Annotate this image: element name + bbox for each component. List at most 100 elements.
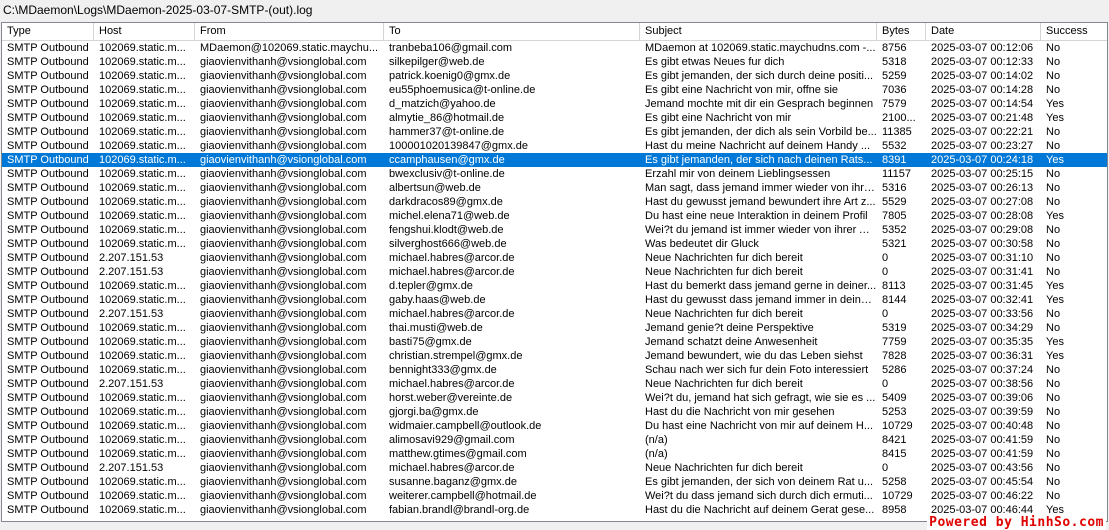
table-row[interactable]: SMTP Outbound 102069.static.m... giaovienv… [2, 111, 1107, 125]
cell-bytes: 10729 [882, 490, 913, 502]
cell-date: 2025-03-07 00:33:56 [931, 308, 1034, 320]
cell-subject: (n/a) [645, 434, 668, 446]
column-header-date[interactable]: Date [926, 23, 1041, 40]
cell-bytes: 8391 [882, 154, 907, 166]
cell-to: gaby.haas@web.de [389, 294, 486, 306]
cell-date: 2025-03-07 00:14:02 [931, 70, 1034, 82]
cell-from: giaovienvithanh@vsionglobal.com [200, 406, 367, 418]
table-row[interactable]: SMTP Outbound 102069.static.m... giaovienv… [2, 293, 1107, 307]
cell-to: gjorgi.ba@gmx.de [389, 406, 479, 418]
table-row[interactable]: SMTP Outbound 102069.static.m... giaovienv… [2, 223, 1107, 237]
table-row[interactable]: SMTP Outbound 102069.static.m... giaovienv… [2, 475, 1107, 489]
table-row[interactable]: SMTP Outbound 102069.static.m... giaovienv… [2, 419, 1107, 433]
table-row[interactable]: SMTP Outbound 102069.static.m... giaovienv… [2, 55, 1107, 69]
cell-from: giaovienvithanh@vsionglobal.com [200, 364, 367, 376]
column-header-subject[interactable]: Subject [640, 23, 877, 40]
cell-date: 2025-03-07 00:24:18 [931, 154, 1034, 166]
table-row[interactable]: SMTP Outbound 102069.static.m... giaovienv… [2, 489, 1107, 503]
table-row[interactable]: SMTP Outbound 102069.static.m... giaovienv… [2, 167, 1107, 181]
column-header-from[interactable]: From [195, 23, 384, 40]
table-row[interactable]: SMTP Outbound 102069.static.m... giaovienv… [2, 153, 1107, 167]
cell-bytes: 11157 [882, 168, 911, 180]
column-header-bytes[interactable]: Bytes [877, 23, 926, 40]
cell-bytes: 5253 [882, 406, 907, 418]
column-header-to[interactable]: To [384, 23, 640, 40]
cell-bytes: 5529 [882, 196, 907, 208]
cell-date: 2025-03-07 00:27:08 [931, 196, 1034, 208]
cell-from: MDaemon@102069.static.maychu... [200, 42, 379, 54]
column-header-type[interactable]: Type [2, 23, 94, 40]
table-row[interactable]: SMTP Outbound 102069.static.m... giaovienv… [2, 181, 1107, 195]
cell-type: SMTP Outbound [7, 392, 89, 404]
column-header-success[interactable]: Success [1041, 23, 1107, 40]
cell-host: 102069.static.m... [99, 504, 186, 516]
cell-subject: Hast du die Nachricht von mir gesehen [645, 406, 835, 418]
cell-success: Yes [1046, 336, 1064, 348]
cell-host: 102069.static.m... [99, 182, 186, 194]
cell-host: 102069.static.m... [99, 420, 186, 432]
cell-to: michael.habres@arcor.de [389, 252, 515, 264]
column-header-host[interactable]: Host [94, 23, 195, 40]
table-row[interactable]: SMTP Outbound 2.207.151.53 giaovienvithanh… [2, 461, 1107, 475]
cell-to: 100001020139847@gmx.de [389, 140, 529, 152]
table-row[interactable]: SMTP Outbound 102069.static.m... giaovienv… [2, 195, 1107, 209]
cell-to: fabian.brandl@brandl-org.de [389, 504, 530, 516]
cell-subject: Es gibt jemanden, der sich durch deine p… [645, 70, 874, 82]
table-row[interactable]: SMTP Outbound 102069.static.m... giaovienv… [2, 349, 1107, 363]
cell-date: 2025-03-07 00:28:08 [931, 210, 1034, 222]
log-list-view[interactable]: Type Host From To Subject Bytes Date Suc… [1, 22, 1108, 522]
cell-subject: Jemand bewundert, wie du das Leben siehs… [645, 350, 863, 362]
table-row[interactable]: SMTP Outbound 102069.static.m... giaovienv… [2, 209, 1107, 223]
cell-bytes: 7759 [882, 336, 907, 348]
cell-type: SMTP Outbound [7, 98, 89, 110]
cell-bytes: 0 [882, 462, 889, 474]
cell-success: No [1046, 252, 1061, 264]
cell-type: SMTP Outbound [7, 42, 89, 54]
cell-subject: MDaemon at 102069.static.maychudns.com -… [645, 42, 876, 54]
cell-subject: Neue Nachrichten fur dich bereit [645, 252, 803, 264]
cell-date: 2025-03-07 00:39:59 [931, 406, 1034, 418]
table-row[interactable]: SMTP Outbound 2.207.151.53 giaovienvithanh… [2, 265, 1107, 279]
cell-type: SMTP Outbound [7, 224, 89, 236]
cell-success: No [1046, 392, 1061, 404]
table-row[interactable]: SMTP Outbound 102069.static.m... giaovienv… [2, 97, 1107, 111]
table-row[interactable]: SMTP Outbound 102069.static.m... giaovienv… [2, 391, 1107, 405]
cell-type: SMTP Outbound [7, 448, 89, 460]
cell-subject: Neue Nachrichten fur dich bereit [645, 266, 803, 278]
cell-date: 2025-03-07 00:31:41 [931, 266, 1034, 278]
cell-host: 102069.static.m... [99, 140, 186, 152]
cell-date: 2025-03-07 00:35:35 [931, 336, 1034, 348]
cell-subject: Es gibt eine Nachricht von mir [645, 112, 792, 124]
cell-from: giaovienvithanh@vsionglobal.com [200, 336, 367, 348]
table-row[interactable]: SMTP Outbound 102069.static.m... giaovienv… [2, 69, 1107, 83]
table-row[interactable]: SMTP Outbound 102069.static.m... giaovienv… [2, 405, 1107, 419]
table-row[interactable]: SMTP Outbound 102069.static.m... MDaemon@1… [2, 41, 1107, 55]
cell-bytes: 0 [882, 266, 889, 278]
table-row[interactable]: SMTP Outbound 102069.static.m... giaovienv… [2, 279, 1107, 293]
table-row[interactable]: SMTP Outbound 2.207.151.53 giaovienvithanh… [2, 377, 1107, 391]
cell-to: hammer37@t-online.de [389, 126, 505, 138]
cell-date: 2025-03-07 00:34:29 [931, 322, 1034, 334]
table-row[interactable]: SMTP Outbound 102069.static.m... giaovienv… [2, 139, 1107, 153]
table-row[interactable]: SMTP Outbound 102069.static.m... giaovienv… [2, 363, 1107, 377]
cell-subject: Neue Nachrichten fur dich bereit [645, 378, 803, 390]
cell-date: 2025-03-07 00:41:59 [931, 434, 1034, 446]
cell-bytes: 2100... [882, 112, 916, 124]
table-row[interactable]: SMTP Outbound 102069.static.m... giaovienv… [2, 447, 1107, 461]
table-row[interactable]: SMTP Outbound 102069.static.m... giaovienv… [2, 321, 1107, 335]
cell-subject: Jemand schatzt deine Anwesenheit [645, 336, 818, 348]
cell-type: SMTP Outbound [7, 364, 89, 376]
table-row[interactable]: SMTP Outbound 2.207.151.53 giaovienvithanh… [2, 307, 1107, 321]
table-row[interactable]: SMTP Outbound 102069.static.m... giaovienv… [2, 335, 1107, 349]
cell-to: michael.habres@arcor.de [389, 308, 515, 320]
cell-subject: Wei?t du dass jemand sich durch dich erm… [645, 490, 873, 502]
cell-type: SMTP Outbound [7, 266, 89, 278]
table-row[interactable]: SMTP Outbound 2.207.151.53 giaovienvithanh… [2, 251, 1107, 265]
cell-date: 2025-03-07 00:31:45 [931, 280, 1034, 292]
table-row[interactable]: SMTP Outbound 102069.static.m... giaovienv… [2, 433, 1107, 447]
cell-success: Yes [1046, 294, 1064, 306]
table-row[interactable]: SMTP Outbound 102069.static.m... giaovienv… [2, 83, 1107, 97]
cell-host: 102069.static.m... [99, 98, 186, 110]
table-row[interactable]: SMTP Outbound 102069.static.m... giaovienv… [2, 125, 1107, 139]
table-row[interactable]: SMTP Outbound 102069.static.m... giaovienv… [2, 237, 1107, 251]
